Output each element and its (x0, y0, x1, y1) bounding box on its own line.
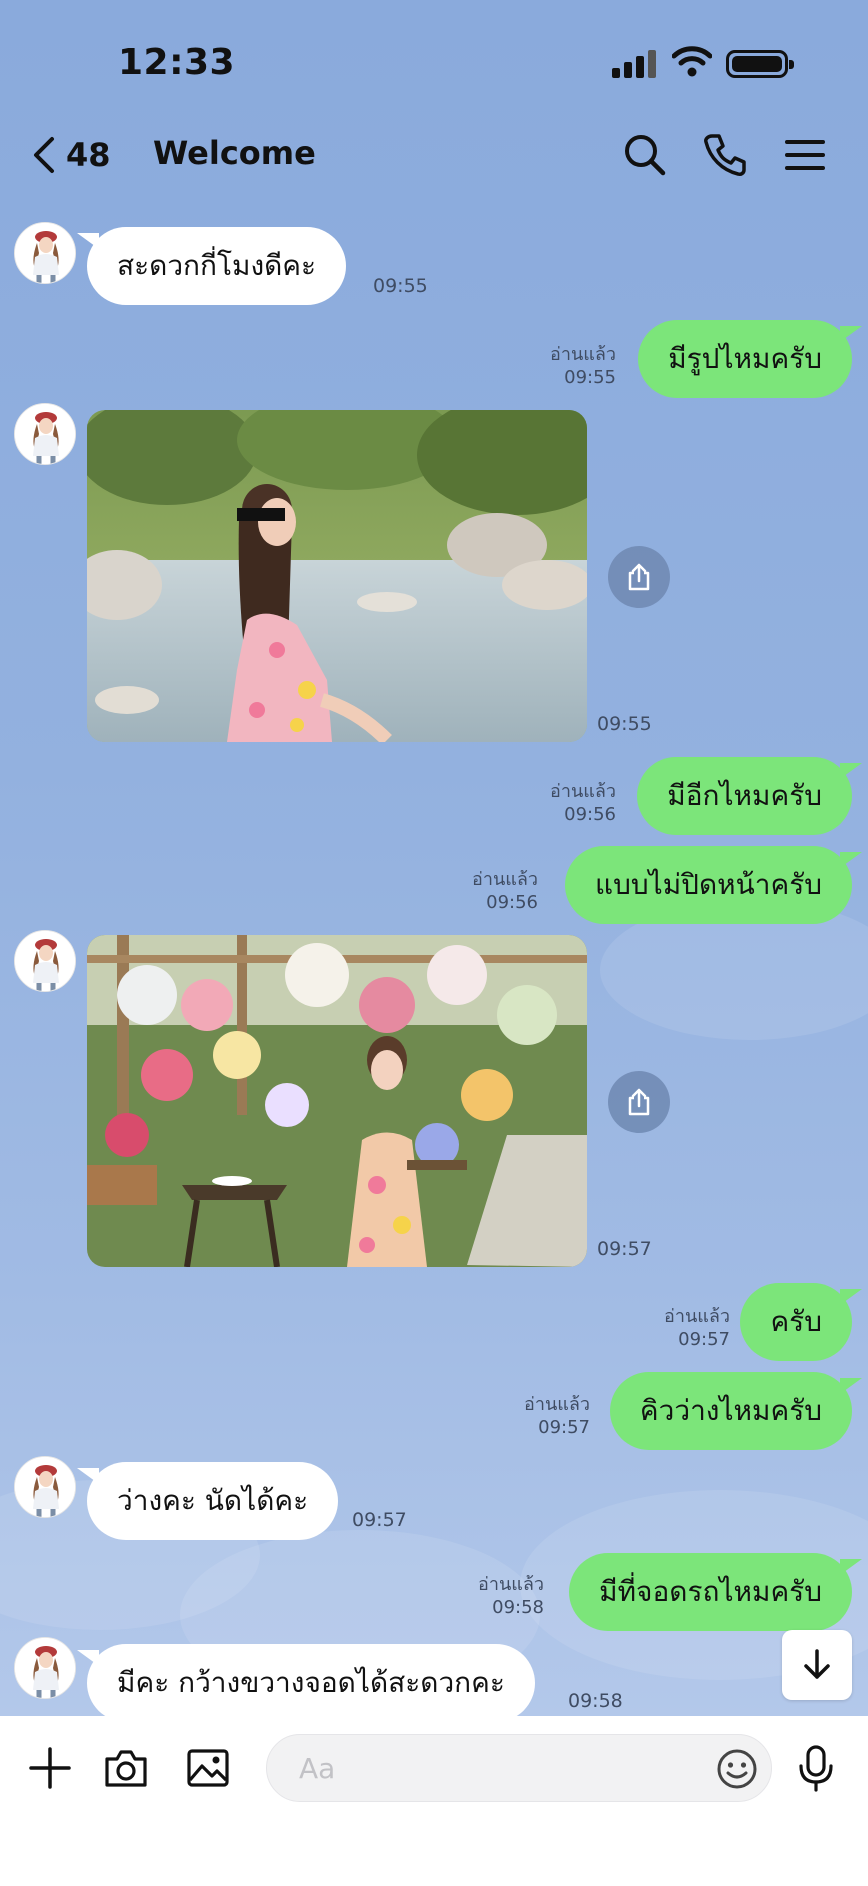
read-label: อ่านแล้ว (478, 1574, 544, 1595)
message-text: แบบไม่ปิดหน้าครับ (595, 868, 822, 901)
message-timestamp: 09:57 (597, 1238, 652, 1260)
menu-icon[interactable] (780, 130, 830, 180)
battery-icon (726, 50, 794, 78)
contact-avatar[interactable] (14, 1456, 76, 1518)
message-timestamp: 09:56 (486, 892, 538, 913)
voice-message-button[interactable] (788, 1740, 844, 1796)
message-text: ครับ (770, 1305, 822, 1338)
message-timestamp: 09:57 (538, 1417, 590, 1438)
chevron-left-icon (34, 137, 54, 173)
outgoing-message-bubble[interactable]: คิวว่างไหมครับ (609, 1372, 863, 1450)
image-icon (187, 1749, 229, 1787)
message-text: คิวว่างไหมครับ (639, 1394, 822, 1427)
unread-count: 48 (66, 136, 111, 174)
read-status: อ่านแล้ว 09:57 (524, 1393, 590, 1439)
read-label: อ่านแล้ว (550, 344, 616, 365)
outgoing-message-bubble[interactable]: ครับ (740, 1283, 862, 1361)
message-text: มีที่จอดรถไหมครับ (599, 1575, 822, 1608)
contact-avatar[interactable] (14, 1637, 76, 1699)
contact-avatar[interactable] (14, 930, 76, 992)
message-input-placeholder: Aa (299, 1752, 336, 1785)
share-icon (628, 1088, 650, 1116)
message-timestamp: 09:56 (564, 804, 616, 825)
incoming-message-bubble[interactable]: ว่างคะ นัดได้คะ (76, 1462, 339, 1540)
river-photo (87, 410, 587, 742)
share-button[interactable] (608, 1071, 670, 1133)
avatar-illustration (15, 223, 75, 283)
avatar-illustration (15, 1638, 75, 1698)
avatar-illustration (15, 404, 75, 464)
camera-icon (105, 1750, 147, 1787)
avatar-illustration (15, 1457, 75, 1517)
message-timestamp: 09:57 (678, 1329, 730, 1350)
scroll-to-bottom-button[interactable] (782, 1630, 852, 1700)
chat-title: Welcome (153, 134, 316, 172)
emoji-icon[interactable] (715, 1747, 759, 1791)
message-input[interactable]: Aa (266, 1734, 772, 1802)
plus-icon (29, 1747, 71, 1789)
message-text: มีอีกไหมครับ (667, 779, 822, 812)
contact-avatar[interactable] (14, 222, 76, 284)
chat-header: 48 Welcome (0, 120, 868, 190)
camera-button[interactable] (98, 1740, 154, 1796)
outgoing-message-bubble[interactable]: มีรูปไหมครับ (638, 320, 862, 398)
read-label: อ่านแล้ว (472, 869, 538, 890)
outgoing-message-bubble[interactable]: แบบไม่ปิดหน้าครับ (565, 846, 862, 924)
status-time: 12:33 (118, 42, 236, 83)
message-timestamp: 09:55 (564, 367, 616, 388)
avatar-illustration (15, 931, 75, 991)
add-attachment-button[interactable] (22, 1740, 78, 1796)
photo-message[interactable] (87, 410, 587, 742)
read-status: อ่านแล้ว 09:58 (478, 1573, 544, 1619)
incoming-message-bubble[interactable]: มีคะ กว้างขวางจอดได้สะดวกคะ (77, 1644, 535, 1722)
read-label: อ่านแล้ว (550, 781, 616, 802)
message-timestamp: 09:57 (352, 1509, 407, 1531)
gallery-button[interactable] (180, 1740, 236, 1796)
status-bar: 12:33 (0, 0, 868, 120)
arrow-down-icon (804, 1649, 830, 1679)
search-icon[interactable] (620, 130, 670, 180)
message-timestamp: 09:55 (373, 275, 428, 297)
microphone-icon (799, 1745, 833, 1792)
share-button[interactable] (608, 546, 670, 608)
message-text: มีรูปไหมครับ (668, 342, 822, 375)
message-timestamp: 09:58 (492, 1597, 544, 1618)
read-status: อ่านแล้ว 09:55 (550, 343, 616, 389)
read-status: อ่านแล้ว 09:56 (472, 868, 538, 914)
photo-message[interactable] (87, 935, 587, 1267)
read-label: อ่านแล้ว (664, 1306, 730, 1327)
cellular-signal-icon (612, 48, 658, 78)
phone-icon[interactable] (700, 130, 750, 180)
back-button[interactable]: 48 (30, 130, 120, 180)
message-input-bar: Aa (0, 1716, 868, 1886)
read-status: อ่านแล้ว 09:56 (550, 780, 616, 826)
message-timestamp: 09:58 (568, 1690, 623, 1712)
incoming-message-bubble[interactable]: สะดวกกี่โมงดีคะ (76, 227, 347, 305)
contact-avatar[interactable] (14, 403, 76, 465)
garden-photo (87, 935, 587, 1267)
message-timestamp: 09:55 (597, 713, 652, 735)
outgoing-message-bubble[interactable]: มีอีกไหมครับ (637, 757, 862, 835)
share-icon (628, 563, 650, 591)
wifi-icon (672, 46, 712, 77)
outgoing-message-bubble[interactable]: มีที่จอดรถไหมครับ (569, 1553, 862, 1631)
read-label: อ่านแล้ว (524, 1394, 590, 1415)
message-text: สะดวกกี่โมงดีคะ (117, 249, 317, 282)
message-text: มีคะ กว้างขวางจอดได้สะดวกคะ (117, 1666, 505, 1699)
message-text: ว่างคะ นัดได้คะ (117, 1484, 309, 1517)
read-status: อ่านแล้ว 09:57 (664, 1305, 730, 1351)
